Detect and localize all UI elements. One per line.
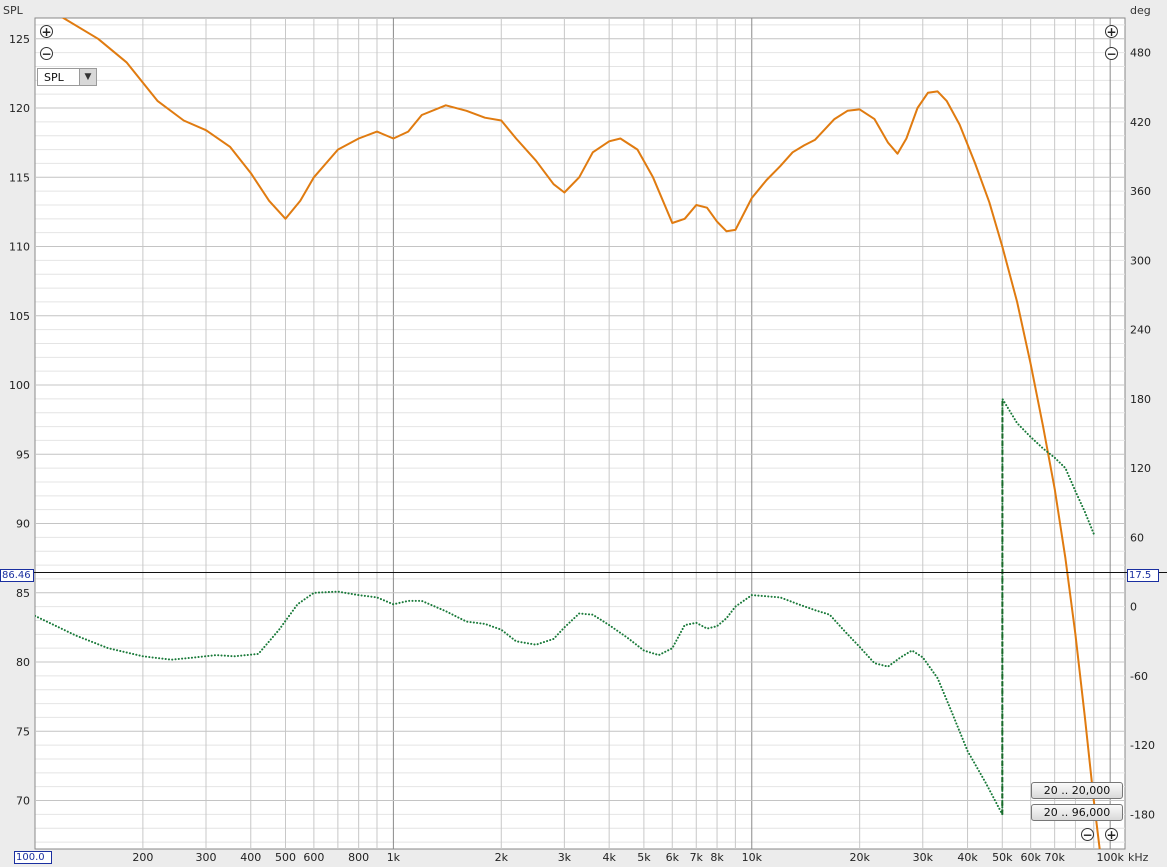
x-tick-label: 100k bbox=[1096, 851, 1124, 864]
x-tick-label: 7k bbox=[690, 851, 704, 864]
x-tick-label: 1k bbox=[387, 851, 401, 864]
x-tick-label: 4k bbox=[602, 851, 616, 864]
x-tick-label: 6k bbox=[666, 851, 680, 864]
x-axis-unit: kHz bbox=[1128, 851, 1149, 864]
x-tick-label: 10k bbox=[742, 851, 763, 864]
x-tick-label: 500 bbox=[275, 851, 296, 864]
left-tick-label: 110 bbox=[9, 241, 30, 254]
right-tick-label: -180 bbox=[1130, 808, 1155, 821]
x-tick-label: 8k bbox=[710, 851, 724, 864]
zoom-in-x-icon[interactable]: + bbox=[1105, 828, 1118, 841]
left-tick-label: 95 bbox=[16, 448, 30, 461]
x-tick-label: 400 bbox=[240, 851, 261, 864]
zoom-out-right-icon[interactable]: − bbox=[1105, 47, 1118, 60]
right-tick-label: 300 bbox=[1130, 254, 1151, 267]
x-tick-label: 70k bbox=[1044, 851, 1065, 864]
right-axis-ticks: -180 -120 -60 0 60 120 180 240 300 360 420 480 bbox=[1130, 47, 1155, 822]
measurement-type-dropdown[interactable]: SPL ▼ bbox=[37, 68, 97, 86]
right-axis-label: deg bbox=[1130, 4, 1151, 17]
x-tick-label: 200 bbox=[132, 851, 153, 864]
right-tick-label: 180 bbox=[1130, 393, 1151, 406]
right-tick-label: 360 bbox=[1130, 185, 1151, 198]
left-axis-label: SPL bbox=[3, 4, 24, 17]
cursor-x-readout: 100.0 bbox=[14, 851, 52, 864]
zoom-out-left-icon[interactable]: − bbox=[40, 47, 53, 60]
range-button-20-96000[interactable]: 20 .. 96,000 bbox=[1031, 804, 1123, 821]
right-tick-label: 480 bbox=[1130, 47, 1151, 60]
plot-area[interactable] bbox=[34, 17, 1126, 850]
right-tick-label: -60 bbox=[1130, 670, 1148, 683]
left-tick-label: 100 bbox=[9, 379, 30, 392]
left-tick-label: 75 bbox=[16, 725, 30, 738]
right-tick-label: 0 bbox=[1130, 601, 1137, 614]
left-tick-label: 70 bbox=[16, 795, 30, 808]
left-tick-label: 80 bbox=[16, 656, 30, 669]
x-tick-label: 600 bbox=[303, 851, 324, 864]
left-tick-label: 115 bbox=[9, 171, 30, 184]
right-tick-label: -120 bbox=[1130, 739, 1155, 752]
spl-phase-chart[interactable]: 707580859095100105110115120125 -180-120-… bbox=[0, 0, 1167, 867]
x-tick-label: 30k bbox=[913, 851, 934, 864]
left-tick-label: 85 bbox=[16, 587, 30, 600]
x-tick-label: 2k bbox=[495, 851, 509, 864]
x-tick-label: 60k bbox=[1020, 851, 1041, 864]
zoom-in-left-icon[interactable]: + bbox=[40, 25, 53, 38]
range-button-20-20000[interactable]: 20 .. 20,000 bbox=[1031, 782, 1123, 799]
cursor-left-readout: 86.46 bbox=[0, 569, 34, 582]
zoom-out-x-icon[interactable]: − bbox=[1081, 828, 1094, 841]
x-tick-label: 300 bbox=[195, 851, 216, 864]
zoom-in-right-icon[interactable]: + bbox=[1105, 25, 1118, 38]
right-tick-label: 120 bbox=[1130, 462, 1151, 475]
left-tick-label: 125 bbox=[9, 33, 30, 46]
right-tick-label: 240 bbox=[1130, 324, 1151, 337]
left-tick-label: 90 bbox=[16, 518, 30, 531]
left-tick-label: 105 bbox=[9, 310, 30, 323]
x-tick-label: 3k bbox=[558, 851, 572, 864]
x-axis-ticks: 200 300 400 500 600 800 1k 2k 3k 4k 5k 6k 7k 8k 10k 20k… bbox=[132, 851, 1124, 864]
right-tick-label: 60 bbox=[1130, 531, 1144, 544]
cursor-right-readout: 17.5 bbox=[1127, 569, 1159, 582]
right-tick-label: 420 bbox=[1130, 116, 1151, 129]
left-axis-ticks: 70 75 80 85 90 95 100 105 110 115 120 125 bbox=[9, 33, 30, 808]
chevron-down-icon[interactable]: ▼ bbox=[79, 69, 96, 85]
x-tick-label: 5k bbox=[637, 851, 651, 864]
x-tick-label: 20k bbox=[849, 851, 870, 864]
x-tick-label: 40k bbox=[957, 851, 978, 864]
x-tick-label: 800 bbox=[348, 851, 369, 864]
left-tick-label: 120 bbox=[9, 102, 30, 115]
x-tick-label: 50k bbox=[992, 851, 1013, 864]
dropdown-value: SPL bbox=[44, 71, 64, 84]
